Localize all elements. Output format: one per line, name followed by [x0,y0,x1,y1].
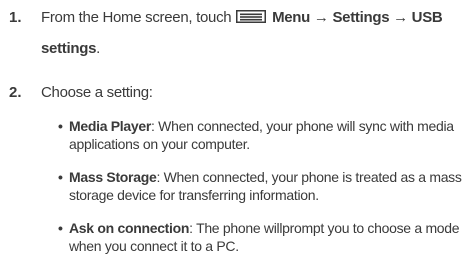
step-1-line-2: settings. [41,40,466,58]
bullet-dot: • [58,169,63,185]
bullet-dot: • [58,220,63,236]
step-prefix: From the Home screen, touch [41,9,236,26]
menu-icon [236,10,267,23]
step-number: 1. [9,9,22,26]
settings-options-list: • Media Player: When connected, your phon… [58,117,468,270]
option-term: Ask on connection [69,220,190,236]
list-item-mass-storage: • Mass Storage: When connected, your phon… [58,168,468,204]
list-item-media-player: • Media Player: When connected, your phon… [58,117,468,153]
option-term: Media Player [69,118,151,134]
instruction-page: 1. From the Home screen, touch Menu → Se… [0,0,473,254]
step-text: From the Home screen, touch Menu → Setti… [41,9,466,58]
option-term: Mass Storage [69,169,157,185]
step-number: 2. [9,84,22,101]
bullet-dot: • [58,118,63,134]
step-suffix: . [96,40,100,57]
menu-path-end: settings [41,40,97,57]
menu-path: Menu → Settings → USB [272,9,443,26]
step-text: Choose a setting: [41,84,153,101]
